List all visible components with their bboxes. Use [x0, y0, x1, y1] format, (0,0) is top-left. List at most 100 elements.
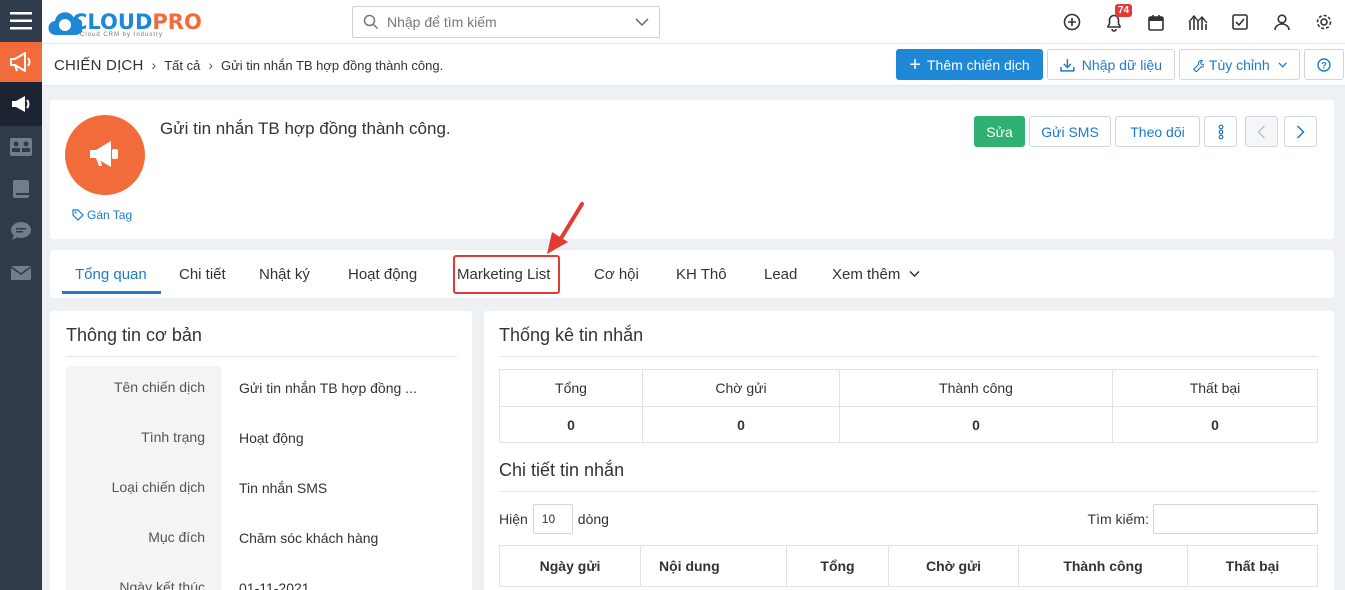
gear-icon[interactable] — [1303, 0, 1345, 44]
breadcrumb: CHIẾN DỊCH › Tất cả › Gửi tin nhắn TB hợ… — [54, 44, 443, 86]
chevron-down-icon — [909, 270, 920, 278]
add-campaign-button[interactable]: + Thêm chiến dịch — [896, 49, 1043, 80]
basic-info-card: Thông tin cơ bản Tên chiến dịch Gửi tin … — [50, 311, 472, 590]
table-cell: 0 — [642, 406, 840, 443]
info-value: Gửi tin nhắn TB hợp đồng ... — [239, 380, 417, 396]
book-icon — [13, 180, 29, 198]
tab-raw-customers[interactable]: KH Thô — [676, 250, 727, 298]
tab-details[interactable]: Chi tiết — [179, 250, 226, 298]
basic-info-table: Tên chiến dịch Gửi tin nhắn TB hợp đồng … — [66, 366, 457, 590]
table-header: Thất bại — [1112, 369, 1318, 407]
follow-button[interactable]: Theo dõi — [1115, 116, 1200, 147]
chevron-right-icon — [1296, 124, 1305, 139]
help-icon: ? — [1317, 57, 1331, 72]
table-header[interactable]: Tổng — [786, 545, 889, 587]
megaphone-icon — [90, 141, 118, 167]
tag-icon — [72, 209, 84, 221]
table-cell: 0 — [1112, 406, 1318, 443]
search-input[interactable] — [387, 14, 635, 30]
assign-tag-link[interactable]: Gán Tag — [72, 208, 132, 222]
top-icons: 74 — [1051, 0, 1345, 44]
page-length-control: Hiện 10 dòng — [499, 504, 609, 534]
bell-icon[interactable]: 74 — [1093, 0, 1135, 44]
table-header[interactable]: Chờ gửi — [888, 545, 1019, 587]
sidebar-item-contacts[interactable] — [0, 126, 42, 168]
annotation-arrow — [547, 202, 584, 254]
sidebar-item-campaign[interactable] — [0, 42, 42, 82]
tab-opportunities[interactable]: Cơ hội — [594, 250, 639, 298]
active-tab-indicator — [62, 291, 161, 294]
tab-activities[interactable]: Hoạt động — [348, 250, 417, 298]
chevron-right-icon: › — [208, 57, 213, 73]
info-label: Tên chiến dịch — [66, 366, 221, 416]
table-header[interactable]: Nội dung — [640, 545, 787, 587]
logo[interactable]: CLOUDPRO Cloud CRM by Industry — [48, 6, 202, 38]
table-header: Tổng — [499, 369, 643, 407]
download-icon — [1060, 58, 1075, 72]
report-chart-icon[interactable] — [1177, 0, 1219, 44]
envelope-icon — [10, 266, 32, 280]
info-label: Loại chiến dịch — [66, 466, 221, 516]
next-record-button[interactable] — [1284, 116, 1317, 147]
divider — [499, 491, 1318, 492]
table-cell: 0 — [839, 406, 1113, 443]
sidebar-item-knowledge[interactable] — [0, 168, 42, 210]
info-value: Chăm sóc khách hàng — [239, 530, 379, 546]
header-actions: + Thêm chiến dịch Nhập dữ liệu Tùy chỉnh… — [896, 49, 1345, 80]
table-header[interactable]: Thành công — [1018, 545, 1188, 587]
menu-icon[interactable] — [0, 0, 42, 42]
table-header[interactable]: Ngày gửi — [499, 545, 641, 587]
table-header[interactable]: Thất bại — [1187, 545, 1318, 587]
breadcrumb-all[interactable]: Tất cả — [164, 58, 200, 73]
calendar-icon[interactable] — [1135, 0, 1177, 44]
send-sms-button[interactable]: Gửi SMS — [1029, 116, 1111, 147]
info-label: Ngày kết thúc — [66, 566, 221, 590]
logo-tagline: Cloud CRM by Industry — [80, 32, 164, 38]
sms-detail-title: Chi tiết tin nhắn — [499, 460, 625, 480]
customize-dropdown[interactable]: Tùy chỉnh — [1179, 49, 1300, 80]
chevron-down-icon[interactable] — [635, 17, 649, 27]
tab-history[interactable]: Nhật ký — [259, 250, 310, 298]
page-length-select[interactable]: 10 — [532, 504, 573, 534]
table-header: Chờ gửi — [642, 369, 840, 407]
info-label: Mục đích — [66, 516, 221, 566]
wrench-icon — [1192, 59, 1204, 72]
global-search[interactable] — [352, 6, 660, 38]
divider — [499, 356, 1318, 357]
info-label: Tình trạng — [66, 416, 221, 466]
breadcrumb-module[interactable]: CHIẾN DỊCH — [54, 57, 144, 74]
import-data-button[interactable]: Nhập dữ liệu — [1047, 49, 1175, 80]
sms-stats-title: Thống kê tin nhắn — [499, 325, 644, 345]
tab-lead[interactable]: Lead — [764, 250, 797, 298]
info-row: Loại chiến dịch Tin nhắn SMS — [66, 466, 457, 516]
help-button[interactable]: ? — [1304, 49, 1344, 80]
table-search: Tìm kiếm: — [1088, 504, 1318, 534]
basic-info-title: Thông tin cơ bản — [66, 325, 202, 345]
info-row: Mục đích Chăm sóc khách hàng — [66, 516, 457, 566]
table-search-input[interactable] — [1153, 504, 1318, 534]
table-header: Thành công — [839, 369, 1113, 407]
sidebar — [0, 0, 42, 590]
vertical-dots-icon — [1218, 124, 1223, 139]
previous-record-button[interactable] — [1245, 116, 1278, 147]
info-value: Tin nhắn SMS — [239, 480, 328, 496]
chat-icon — [11, 222, 31, 240]
campaign-avatar — [65, 115, 145, 195]
record-actions: Sửa Gửi SMS Theo dõi — [970, 116, 1317, 147]
more-options-button[interactable] — [1204, 116, 1237, 147]
tab-more[interactable]: Xem thêm — [832, 250, 920, 298]
add-circle-icon[interactable] — [1051, 0, 1093, 44]
sidebar-item-chat[interactable] — [0, 210, 42, 252]
sidebar-item-campaign-detail[interactable] — [0, 82, 42, 126]
megaphone-icon — [12, 96, 30, 112]
edit-button[interactable]: Sửa — [974, 116, 1025, 147]
user-icon[interactable] — [1261, 0, 1303, 44]
task-check-icon[interactable] — [1219, 0, 1261, 44]
sidebar-item-email[interactable] — [0, 252, 42, 294]
info-row: Tên chiến dịch Gửi tin nhắn TB hợp đồng … — [66, 366, 457, 416]
plus-icon: + — [909, 53, 921, 76]
table-cell: 0 — [499, 406, 643, 443]
breadcrumb-current: Gửi tin nhắn TB hợp đồng thành công. — [220, 57, 444, 73]
breadcrumb-bar: CHIẾN DỊCH › Tất cả › Gửi tin nhắn TB hợ… — [42, 44, 1345, 86]
info-row: Tình trạng Hoạt động — [66, 416, 457, 466]
